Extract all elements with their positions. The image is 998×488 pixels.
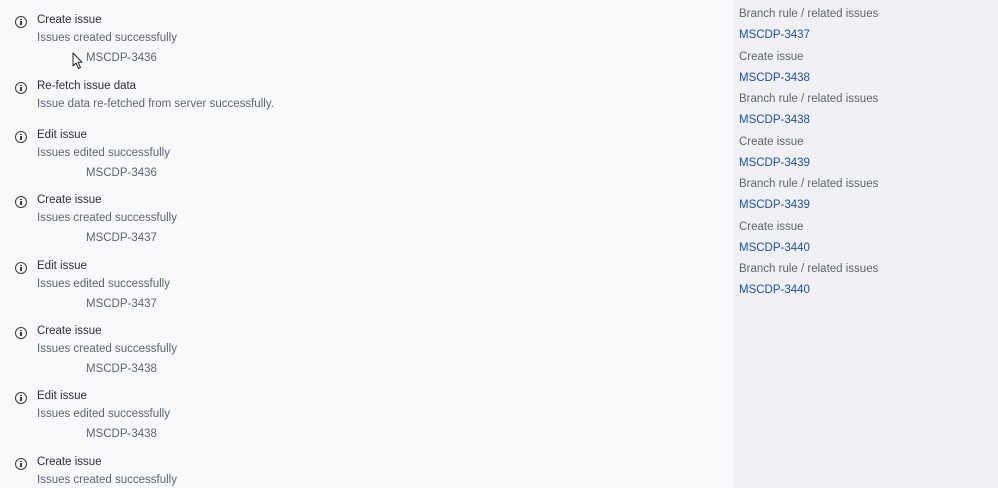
info-icon — [15, 196, 27, 208]
log-entry-issue-key[interactable]: MSCDP-3437 — [86, 298, 157, 310]
related-label: Create issue — [739, 136, 804, 148]
log-entry-message: Issue data re-fetched from server succes… — [37, 98, 274, 110]
log-entry-message: Issues edited successfully — [37, 147, 170, 159]
related-issue-link[interactable]: MSCDP-3439 — [739, 199, 810, 211]
info-icon — [15, 262, 27, 274]
audit-log-list: Create issue Issues created successfully… — [0, 0, 733, 488]
log-entry-title: Create issue — [37, 194, 102, 206]
related-label: Branch rule / related issues — [739, 263, 879, 275]
log-entry-title: Edit issue — [37, 390, 87, 402]
log-entry-message: Issues created successfully — [37, 32, 177, 44]
related-label: Branch rule / related issues — [739, 178, 879, 190]
related-issue-link[interactable]: MSCDP-3439 — [739, 157, 810, 169]
related-issue-link[interactable]: MSCDP-3440 — [739, 242, 810, 254]
log-entry-title: Create issue — [37, 325, 102, 337]
info-icon — [15, 131, 27, 143]
related-label: Branch rule / related issues — [739, 8, 879, 20]
related-issue-link[interactable]: MSCDP-3437 — [739, 29, 810, 41]
related-issue-link[interactable]: MSCDP-3438 — [739, 72, 810, 84]
log-entry-issue-key[interactable]: MSCDP-3437 — [86, 232, 157, 244]
related-issue-link[interactable]: MSCDP-3440 — [739, 284, 810, 296]
log-entry-issue-key[interactable]: MSCDP-3438 — [86, 428, 157, 440]
mouse-cursor-icon — [72, 52, 83, 69]
related-issue-link[interactable]: MSCDP-3438 — [739, 114, 810, 126]
log-entry-message: Issues created successfully — [37, 343, 177, 355]
info-icon — [15, 392, 27, 404]
related-label: Create issue — [739, 51, 804, 63]
info-icon — [15, 327, 27, 339]
log-entry-issue-key[interactable]: MSCDP-3436 — [86, 52, 157, 64]
log-entry-title: Edit issue — [37, 260, 87, 272]
log-entry-issue-key[interactable]: MSCDP-3438 — [86, 363, 157, 375]
log-entry-title: Re-fetch issue data — [37, 80, 137, 92]
log-entry-title: Create issue — [37, 456, 102, 468]
log-entry-title: Edit issue — [37, 129, 87, 141]
info-icon — [15, 82, 27, 94]
related-label: Create issue — [739, 221, 804, 233]
info-icon — [15, 16, 27, 28]
log-entry-issue-key[interactable]: MSCDP-3436 — [86, 167, 157, 179]
info-icon — [15, 458, 27, 470]
related-label: Branch rule / related issues — [739, 93, 879, 105]
log-entry-title: Create issue — [37, 14, 102, 26]
log-entry-message: Issues edited successfully — [37, 408, 170, 420]
log-entry-message: Issues edited successfully — [37, 278, 170, 290]
log-entry-message: Issues created successfully — [37, 474, 177, 486]
related-issues-panel: Branch rule / related issues MSCDP-3437 … — [733, 0, 998, 488]
log-entry-message: Issues created successfully — [37, 212, 177, 224]
